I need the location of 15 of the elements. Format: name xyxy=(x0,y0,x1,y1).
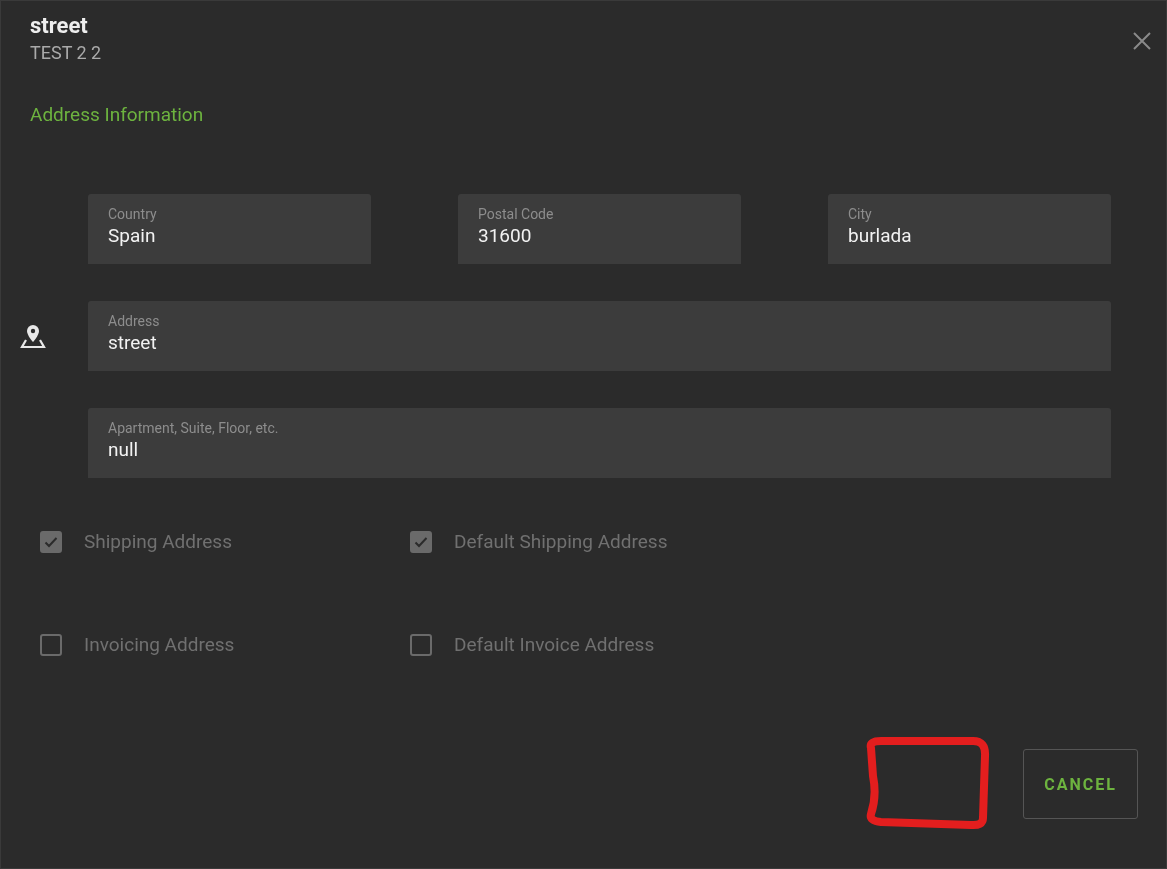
dialog-title: street xyxy=(30,13,89,38)
text-field[interactable]: Address street xyxy=(88,301,1111,371)
map-pin-icon xyxy=(19,323,46,349)
text-field[interactable]: City burlada xyxy=(828,194,1111,264)
text-field[interactable]: Country Spain xyxy=(88,194,371,264)
checkbox-label: Invoicing Address xyxy=(84,633,235,656)
cancel-button[interactable]: CANCEL xyxy=(1023,749,1138,819)
checkbox-label: Default Shipping Address xyxy=(454,530,668,553)
section-title: Address Information xyxy=(30,103,204,126)
checkbox-label: Default Invoice Address xyxy=(454,633,655,656)
close-icon[interactable] xyxy=(1132,31,1152,51)
checkbox-label: Shipping Address xyxy=(84,530,232,553)
text-field[interactable]: Apartment, Suite, Floor, etc. null xyxy=(88,408,1111,478)
dialog-subtitle: TEST 2 2 xyxy=(30,42,102,63)
text-field[interactable]: Postal Code 31600 xyxy=(458,194,741,264)
